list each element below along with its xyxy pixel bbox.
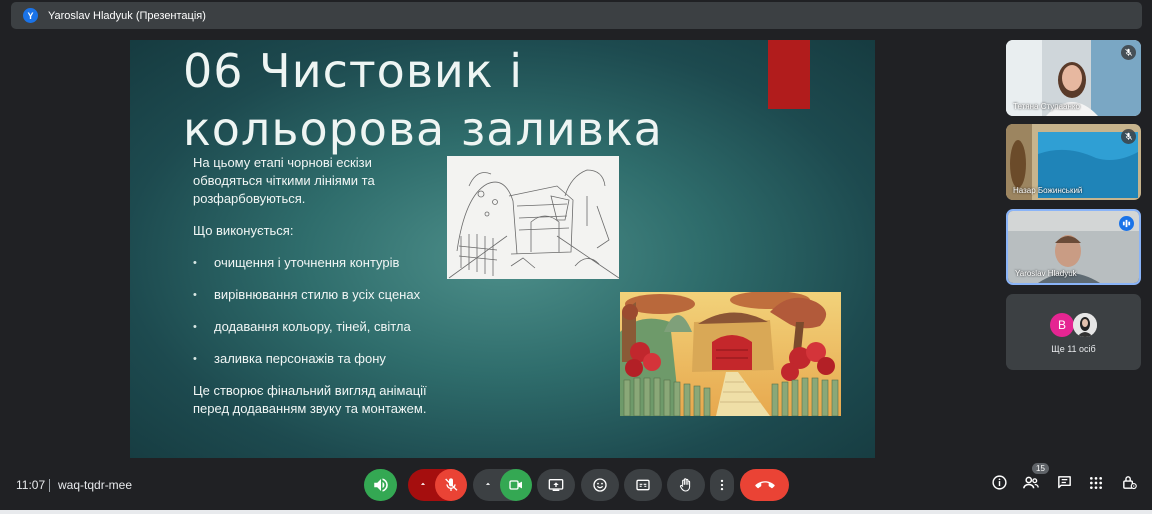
emoji-icon: [592, 477, 608, 493]
presenter-title: Yaroslav Hladyuk (Презентація): [48, 9, 206, 22]
meeting-code[interactable]: waq-tqdr-mee: [58, 478, 132, 492]
leave-call-button[interactable]: [740, 469, 789, 501]
participant-name: Тетяна Ступаанко: [1013, 102, 1080, 111]
host-controls-button[interactable]: [1120, 476, 1138, 494]
participant-tile[interactable]: Тетяна Ступаанко: [1006, 40, 1141, 116]
captions-button[interactable]: [624, 469, 662, 501]
camera-icon: [508, 477, 524, 493]
meeting-clock: 11:07: [16, 478, 46, 492]
mic-off-icon: [1121, 45, 1136, 60]
chat-icon: [1056, 474, 1073, 496]
captions-icon: [635, 477, 651, 493]
presenter-avatar: Y: [23, 8, 38, 23]
participant-tile-active-speaker[interactable]: Yaroslav Hladyuk: [1006, 209, 1141, 285]
chevron-up-icon: [418, 476, 428, 494]
present-screen-button[interactable]: [537, 469, 575, 501]
call-end-icon: [754, 475, 775, 495]
reactions-button[interactable]: [581, 469, 619, 501]
more-participants-label: Ще 11 осіб: [1051, 344, 1096, 354]
apps-grid-icon: [1088, 475, 1104, 496]
colored-final-image: [620, 292, 841, 416]
slide-question-text: Що виконується:: [193, 223, 294, 238]
pencil-sketch-image: [447, 156, 619, 279]
participant-avatar-photo: [1073, 313, 1097, 337]
slide-body: На цьому етапі чорнові ескізи обводяться…: [193, 154, 443, 418]
slide-heading: 06 Чистовик і кольорова заливка: [183, 42, 663, 158]
mic-off-icon: [443, 477, 459, 493]
slide-bullet: заливка персонажів та фону: [193, 350, 443, 368]
presentation-slide: 06 Чистовик і кольорова заливка На цьому…: [130, 40, 875, 458]
present-screen-icon: [548, 477, 564, 493]
slide-accent-bar: [768, 40, 810, 109]
chat-button[interactable]: [1055, 476, 1073, 494]
divider: [49, 479, 50, 492]
more-vert-icon: [715, 478, 729, 492]
participant-avatar: В: [1050, 313, 1074, 337]
meeting-controls-bar: 11:07 waq-tqdr-mee 15: [0, 463, 1152, 506]
mic-toggle-button[interactable]: [435, 469, 467, 501]
slide-bullet: очищення і уточнення контурів: [193, 254, 443, 272]
chevron-up-icon: [483, 476, 493, 494]
camera-toggle-button[interactable]: [500, 469, 532, 501]
more-participants-tile[interactable]: В Ще 11 осіб: [1006, 294, 1141, 370]
info-icon: [991, 474, 1008, 496]
slide-bullet-list: очищення і уточнення контурів вирівнюван…: [193, 254, 443, 368]
participant-name: Назар Божинський: [1013, 186, 1083, 195]
host-controls-icon: [1121, 474, 1138, 496]
slide-intro-text: На цьому етапі чорнові ескізи обводяться…: [193, 155, 375, 206]
people-count-badge: 15: [1032, 463, 1049, 474]
slide-heading-line-1: 06 Чистовик і: [183, 44, 524, 98]
activities-button[interactable]: [1087, 476, 1105, 494]
raise-hand-button[interactable]: [667, 469, 705, 501]
raise-hand-icon: [678, 477, 694, 493]
window-bottom-edge: [0, 510, 1152, 514]
participant-name: Yaroslav Hladyuk: [1015, 269, 1077, 278]
slide-bullet: додавання кольору, тіней, світла: [193, 318, 443, 336]
slide-heading-line-2: кольорова заливка: [183, 102, 663, 156]
participant-tile[interactable]: Назар Божинський: [1006, 124, 1141, 200]
people-button[interactable]: [1022, 476, 1040, 494]
meeting-details-button[interactable]: [990, 474, 1008, 496]
more-options-button[interactable]: [710, 469, 734, 501]
people-icon: [1022, 474, 1040, 497]
slide-bullet: вирівнювання стилю в усіх сценах: [193, 286, 443, 304]
presenter-header: Y Yaroslav Hladyuk (Презентація): [11, 2, 1142, 29]
speaking-indicator-icon: [1119, 216, 1134, 231]
slide-conclusion-text: Це створює фінальний вигляд анімації пер…: [193, 383, 427, 416]
volume-icon: [372, 476, 390, 494]
mic-off-icon: [1121, 129, 1136, 144]
audio-output-button[interactable]: [364, 469, 397, 501]
